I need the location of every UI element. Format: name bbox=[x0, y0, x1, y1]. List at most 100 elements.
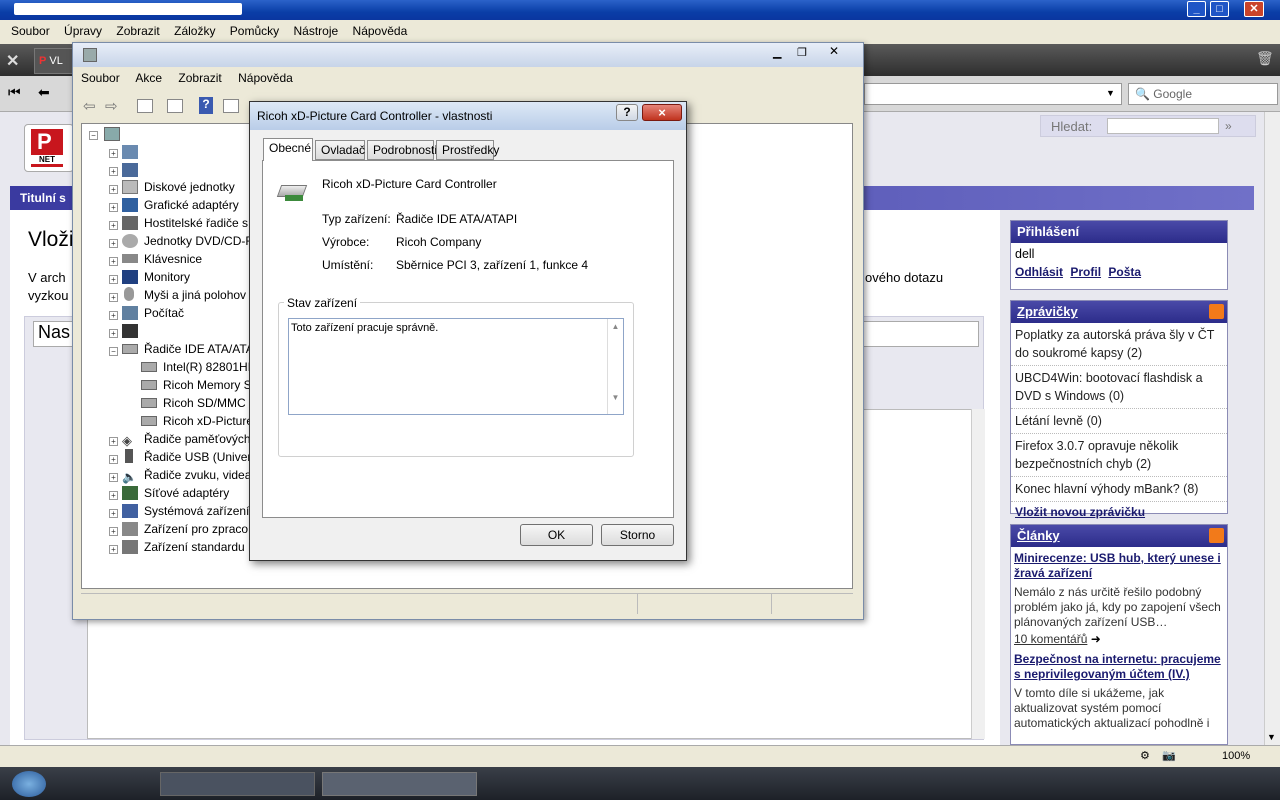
menu-akce[interactable]: Akce bbox=[135, 71, 162, 85]
rss-icon[interactable] bbox=[1209, 528, 1224, 543]
tree-node[interactable]: + Hostitelské řadiče s bbox=[109, 214, 259, 232]
menu-soubor[interactable]: Soubor bbox=[81, 71, 120, 85]
news-item[interactable]: Firefox 3.0.7 opravuje několik bezpečnos… bbox=[1011, 434, 1227, 477]
menu-zobrazit[interactable]: Zobrazit bbox=[178, 71, 221, 85]
menu-pomucky[interactable]: Pomůcky bbox=[230, 20, 279, 42]
tab-driver[interactable]: Ovladač bbox=[315, 140, 365, 160]
tree-node[interactable]: + Zařízení pro zpraco bbox=[109, 520, 259, 538]
minimize-button[interactable]: _ bbox=[1187, 1, 1206, 17]
scroll-up-icon[interactable]: ▲ bbox=[608, 322, 623, 331]
site-logo[interactable]: P NET bbox=[24, 124, 74, 172]
editor-scrollbar[interactable] bbox=[971, 409, 985, 739]
tree-node[interactable]: + bbox=[109, 322, 259, 340]
site-search-go[interactable]: » bbox=[1225, 119, 1232, 133]
expand-icon[interactable]: + bbox=[109, 329, 118, 338]
search-field[interactable]: 🔍 Google bbox=[1128, 83, 1278, 105]
news-item[interactable]: UBCD4Win: bootovací flashdisk a DVD s Wi… bbox=[1011, 366, 1227, 409]
menu-napoveda[interactable]: Nápověda bbox=[353, 20, 408, 42]
news-item[interactable]: Poplatky za autorská práva šly v ČT do s… bbox=[1011, 323, 1227, 366]
expand-icon[interactable]: + bbox=[109, 509, 118, 518]
tree-node[interactable]: + Diskové jednotky bbox=[109, 178, 259, 196]
tree-node[interactable]: + Grafické adaptéry bbox=[109, 196, 259, 214]
tree-node[interactable]: + Klávesnice bbox=[109, 250, 259, 268]
start-orb-icon[interactable] bbox=[12, 771, 46, 797]
taskbar-item[interactable] bbox=[160, 772, 315, 796]
expand-icon[interactable]: + bbox=[109, 257, 118, 266]
tab-details[interactable]: Podrobnosti bbox=[367, 140, 437, 160]
menu-zalozky[interactable]: Záložky bbox=[174, 20, 215, 42]
rss-icon[interactable] bbox=[1209, 304, 1224, 319]
tree-node[interactable]: + Zařízení standardu H bbox=[109, 538, 259, 556]
help-button[interactable]: ? bbox=[616, 104, 638, 121]
page-scrollbar[interactable]: ▼ bbox=[1264, 112, 1280, 745]
close-button[interactable]: ✕ bbox=[829, 44, 851, 60]
scroll-down-icon[interactable]: ▼ bbox=[1267, 732, 1276, 742]
tab-resources[interactable]: Prostředky bbox=[436, 140, 499, 160]
scan-icon[interactable] bbox=[223, 99, 239, 113]
expand-icon[interactable]: + bbox=[109, 491, 118, 500]
tree-node[interactable]: + Síťové adaptéry bbox=[109, 484, 259, 502]
expand-icon[interactable]: + bbox=[109, 473, 118, 482]
forward-arrow-icon[interactable]: ⇨ bbox=[105, 97, 118, 115]
camera-icon[interactable]: 📷 bbox=[1162, 749, 1180, 763]
article-title[interactable]: Bezpečnost na internetu: pracujeme s nep… bbox=[1014, 652, 1221, 681]
settings-icon[interactable]: ⚙ bbox=[1140, 749, 1154, 763]
menu-zobrazit[interactable]: Zobrazit bbox=[116, 20, 159, 42]
article-title[interactable]: Minirecenze: USB hub, který unese i žrav… bbox=[1014, 551, 1221, 580]
view-icon[interactable] bbox=[137, 99, 153, 113]
tree-node[interactable]: + Řadiče USB (Univers bbox=[109, 448, 259, 466]
news-item[interactable]: Konec hlavní výhody mBank? (8) bbox=[1011, 477, 1227, 502]
site-search-input[interactable] bbox=[1107, 118, 1219, 134]
browser-tab[interactable]: P VL bbox=[34, 48, 74, 74]
tree-node[interactable]: + Monitory bbox=[109, 268, 259, 286]
maximize-button[interactable]: ❐ bbox=[797, 46, 817, 60]
taskbar-item[interactable] bbox=[322, 772, 477, 796]
tree-node[interactable]: Intel(R) 82801HE bbox=[134, 358, 256, 376]
status-scrollbar[interactable]: ▲ ▼ bbox=[607, 319, 623, 414]
expand-icon[interactable]: + bbox=[109, 455, 118, 464]
article-comments-link[interactable]: 10 komentářů bbox=[1014, 632, 1087, 646]
tree-node[interactable]: Ricoh Memory S bbox=[134, 376, 254, 394]
menu-nastroje[interactable]: Nástroje bbox=[294, 20, 339, 42]
properties-icon[interactable] bbox=[167, 99, 183, 113]
tree-node[interactable]: Ricoh SD/MMC bbox=[134, 394, 254, 412]
mail-link[interactable]: Pošta bbox=[1108, 265, 1141, 279]
tree-node[interactable]: + ◈ Řadiče paměťových bbox=[109, 430, 259, 448]
expand-icon[interactable]: + bbox=[109, 545, 118, 554]
expand-icon[interactable]: + bbox=[109, 527, 118, 536]
tab-general[interactable]: Obecné bbox=[263, 138, 313, 161]
cancel-button[interactable]: Storno bbox=[601, 524, 674, 546]
scroll-down-icon[interactable]: ▼ bbox=[608, 393, 623, 402]
expand-icon[interactable]: + bbox=[109, 437, 118, 446]
expand-icon[interactable]: + bbox=[109, 221, 118, 230]
zoom-level[interactable]: 100% bbox=[1222, 750, 1250, 762]
minimize-button[interactable]: ▁ bbox=[773, 46, 793, 60]
back-icon[interactable]: ⬅ bbox=[38, 84, 56, 102]
expand-icon[interactable]: + bbox=[109, 203, 118, 212]
expand-icon[interactable]: + bbox=[109, 293, 118, 302]
articles-title[interactable]: Články bbox=[1017, 528, 1060, 543]
tree-node[interactable]: + Myši a jiná polohov bbox=[109, 286, 259, 304]
expand-icon[interactable]: + bbox=[109, 275, 118, 284]
help-icon[interactable]: ? bbox=[199, 97, 213, 114]
tools-icon[interactable]: ✕ bbox=[6, 51, 26, 70]
expand-icon[interactable]: + bbox=[109, 149, 118, 158]
back-arrow-icon[interactable]: ⇦ bbox=[83, 97, 96, 115]
tree-node[interactable]: Ricoh xD-Picture bbox=[134, 412, 254, 430]
expand-icon[interactable]: + bbox=[109, 167, 118, 176]
nav-item-home[interactable]: Titulní s bbox=[20, 191, 66, 205]
news-title[interactable]: Zprávičky bbox=[1017, 304, 1078, 319]
expand-icon[interactable]: + bbox=[109, 185, 118, 194]
collapse-icon[interactable]: − bbox=[109, 347, 118, 356]
tree-node[interactable]: + Počítač bbox=[109, 304, 259, 322]
url-field[interactable] bbox=[864, 83, 1122, 105]
menu-napoveda[interactable]: Nápověda bbox=[238, 71, 293, 85]
close-button[interactable]: ✕ bbox=[1244, 1, 1264, 17]
menu-upravy[interactable]: Úpravy bbox=[64, 20, 102, 42]
expand-icon[interactable]: + bbox=[109, 311, 118, 320]
news-item[interactable]: Létání levně (0) bbox=[1011, 409, 1227, 434]
maximize-button[interactable]: □ bbox=[1210, 1, 1229, 17]
tree-node[interactable]: + 🔈 Řadiče zvuku, videa bbox=[109, 466, 259, 484]
expand-icon[interactable]: + bbox=[109, 239, 118, 248]
profile-link[interactable]: Profil bbox=[1070, 265, 1101, 279]
